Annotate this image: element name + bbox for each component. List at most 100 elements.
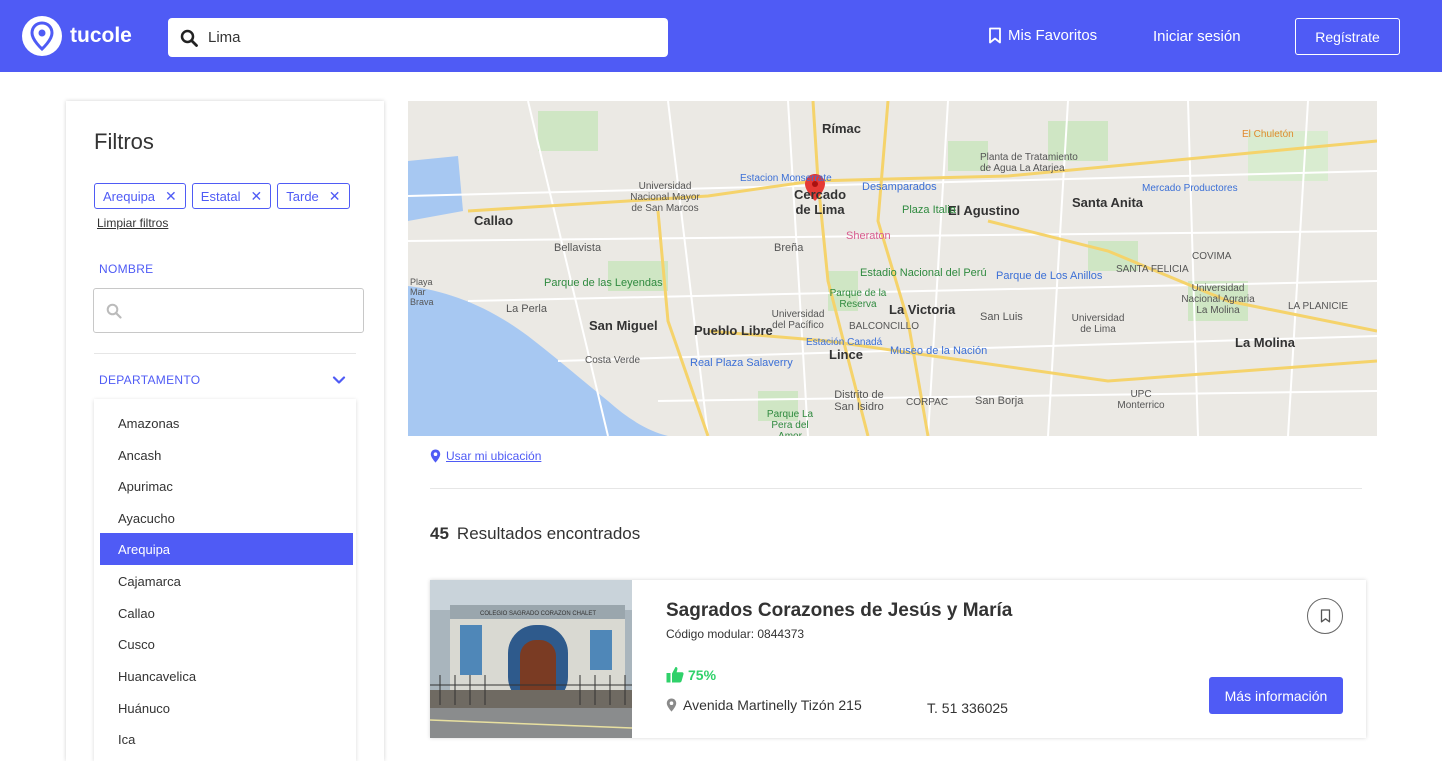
map-label: Estacion Monserrate: [740, 173, 832, 184]
school-photo: COLEGIO SAGRADO CORAZON CHALET: [430, 580, 632, 738]
department-option[interactable]: Apurimac: [100, 470, 353, 502]
top-navbar: tucole Mis Favoritos Iniciar sesión Regí…: [0, 0, 1442, 72]
register-button[interactable]: Regístrate: [1295, 18, 1400, 55]
school-phone: T. 51 336025: [927, 700, 1008, 716]
name-filter-label: NOMBRE: [99, 262, 154, 276]
department-option[interactable]: Cusco: [100, 628, 353, 660]
address-text: Avenida Martinelly Tizón 215: [683, 697, 862, 713]
map-label: Costa Verde: [585, 355, 641, 366]
map-label: LA PLANICIE: [1288, 301, 1349, 312]
map-label: Sheraton: [846, 230, 891, 242]
filter-chip-arequipa[interactable]: Arequipa ✕: [94, 183, 186, 209]
map-label: Estadio Nacional del Perú: [860, 267, 987, 279]
department-option[interactable]: Amazonas: [100, 407, 353, 439]
department-option[interactable]: Ica: [100, 723, 353, 755]
department-option[interactable]: Ancash: [100, 439, 353, 471]
search-bar[interactable]: [168, 18, 668, 57]
name-filter-input[interactable]: [93, 288, 364, 333]
map-label: Parque de la Reserva: [829, 288, 887, 310]
filters-title: Filtros: [94, 129, 154, 154]
map-label: Parque La Pera del Amor: [766, 409, 814, 436]
map-label: CORPAC: [906, 397, 949, 408]
map-label: UPC Monterrico: [1117, 389, 1165, 411]
department-option[interactable]: Cajamarca: [100, 565, 353, 597]
logo[interactable]: tucole: [22, 16, 132, 56]
favorites-link[interactable]: Mis Favoritos: [988, 27, 1097, 44]
results-number: 45: [430, 524, 449, 543]
bookmark-icon: [1320, 609, 1330, 623]
search-input[interactable]: [208, 29, 648, 46]
bookmark-icon: [989, 27, 1001, 44]
school-sign-text: COLEGIO SAGRADO CORAZON CHALET: [480, 611, 596, 617]
map-label: Universidad del Pacífico: [771, 309, 825, 331]
school-card[interactable]: COLEGIO SAGRADO CORAZON CHALET Sagrados …: [430, 580, 1366, 738]
search-icon: [180, 29, 198, 47]
map-label: Rímac: [822, 121, 862, 136]
department-dropdown-list: Amazonas Ancash Apurimac Ayacucho Arequi…: [94, 399, 356, 761]
map-label: BALCONCILLO: [849, 321, 920, 332]
map-label: El Agustino: [948, 203, 1020, 218]
department-option-selected[interactable]: Arequipa: [100, 533, 353, 565]
clear-filters-link[interactable]: Limpiar filtros: [97, 216, 168, 230]
map-label: La Molina: [1235, 335, 1295, 350]
map-label: SANTA FELICIA: [1116, 264, 1189, 275]
map-label: Breña: [774, 242, 804, 254]
thumbs-up-icon: [666, 667, 684, 683]
map-label: La Victoria: [889, 302, 956, 317]
map-label: San Borja: [975, 395, 1024, 407]
filters-panel: Filtros Arequipa ✕ Estatal ✕ Tarde ✕ Lim…: [66, 101, 384, 761]
active-filter-chips: Arequipa ✕ Estatal ✕ Tarde ✕: [94, 183, 356, 209]
department-option[interactable]: Huánuco: [100, 692, 353, 724]
map-label: Mercado Productores: [1142, 183, 1238, 194]
department-option[interactable]: Callao: [100, 597, 353, 629]
school-name[interactable]: Sagrados Corazones de Jesús y María: [666, 600, 1012, 622]
close-icon[interactable]: ✕: [251, 188, 263, 205]
map-label: Playa Mar Brava: [410, 277, 434, 307]
map-label: Parque de Los Anillos: [996, 270, 1103, 282]
bookmark-button[interactable]: [1307, 598, 1343, 634]
use-my-location-label: Usar mi ubicación: [446, 449, 542, 463]
location-pin-icon: [430, 449, 441, 463]
search-icon: [106, 303, 122, 319]
map-label: Distrito de San Isidro: [834, 389, 884, 413]
location-pin-icon: [666, 698, 677, 712]
filter-chip-tarde[interactable]: Tarde ✕: [277, 183, 350, 209]
close-icon[interactable]: ✕: [329, 188, 341, 205]
map-label: Bellavista: [554, 242, 602, 254]
chip-label: Estatal: [200, 188, 241, 204]
map-label: Parque de las Leyendas: [544, 277, 663, 289]
map[interactable]: Rímac Cercado de Lima Callao El Agustino…: [408, 101, 1377, 436]
map-label: San Luis: [980, 311, 1023, 323]
map-label: Universidad de Lima: [1071, 313, 1125, 335]
department-option[interactable]: Ayacucho: [100, 502, 353, 534]
favorites-label: Mis Favoritos: [1008, 27, 1098, 44]
use-my-location-link[interactable]: Usar mi ubicación: [430, 449, 541, 463]
map-label: Museo de la Nación: [890, 345, 988, 357]
chevron-down-icon[interactable]: [332, 372, 346, 390]
map-label: Callao: [474, 213, 514, 228]
department-filter-label[interactable]: DEPARTAMENTO: [99, 373, 200, 387]
map-label: Estación Canadá: [806, 337, 883, 348]
department-option[interactable]: Huancavelica: [100, 660, 353, 692]
logo-text: tucole: [70, 24, 132, 47]
map-label: Plaza Italia: [902, 204, 956, 216]
map-label: Lince: [829, 347, 863, 362]
results-label: Resultados encontrados: [456, 524, 641, 543]
close-icon[interactable]: ✕: [165, 188, 177, 205]
filter-chip-estatal[interactable]: Estatal ✕: [191, 183, 272, 209]
school-address: Avenida Martinelly Tizón 215: [666, 697, 862, 713]
logo-pin-icon: [22, 16, 62, 56]
map-label: Planta de Tratamiento de Agua La Atarjea: [980, 152, 1078, 174]
map-label: Cercado de Lima: [793, 187, 847, 217]
more-info-button[interactable]: Más información: [1209, 677, 1343, 714]
map-label: Universidad Nacional Agraria La Molina: [1181, 283, 1255, 316]
map-label: Universidad Nacional Mayor de San Marcos: [630, 181, 700, 214]
divider: [430, 488, 1362, 489]
login-link[interactable]: Iniciar sesión: [1153, 28, 1241, 45]
map-label: El Chuletón: [1242, 129, 1294, 140]
school-code: Código modular: 0844373: [666, 627, 805, 641]
map-label: Desamparados: [862, 181, 937, 193]
divider: [94, 353, 356, 354]
map-label: Real Plaza Salaverry: [690, 357, 793, 369]
map-label: La Perla: [506, 303, 547, 315]
